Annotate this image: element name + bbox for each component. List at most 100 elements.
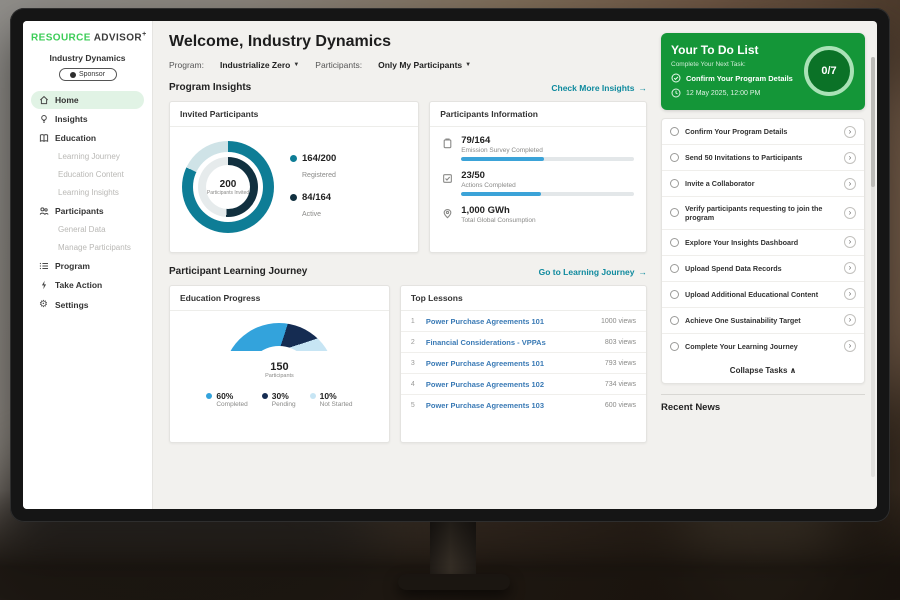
chevron-right-icon[interactable]: ›	[844, 152, 856, 164]
legend-label: Not Started	[320, 401, 353, 408]
lesson-rank: 2	[411, 339, 419, 346]
lesson-link[interactable]: Power Purchase Agreements 101	[426, 359, 598, 368]
sidebar-item-take-action[interactable]: Take Action	[31, 276, 144, 294]
task-checkbox[interactable]	[670, 316, 679, 325]
sidebar-item-general-data[interactable]: General Data	[31, 221, 144, 238]
donut-inner-ring: 200 Participants Invited	[198, 157, 258, 217]
program-filter-select[interactable]: Industrialize Zero ▼	[220, 60, 299, 70]
task-row-upload-spend-data[interactable]: Upload Spend Data Records ›	[662, 256, 864, 282]
program-insights-cards: Invited Participants 200 Participants In…	[169, 101, 647, 253]
gear-icon: ⚙	[38, 299, 49, 310]
lesson-views: 734 views	[605, 381, 636, 388]
chevron-right-icon[interactable]: ›	[844, 178, 856, 190]
actions-completed-stat: 23/50 Actions Completed	[442, 170, 634, 196]
lesson-row: 4 Power Purchase Agreements 102 734 view…	[401, 374, 646, 395]
task-checkbox[interactable]	[670, 127, 679, 136]
sponsor-badge[interactable]: Sponsor	[59, 68, 117, 81]
lesson-link[interactable]: Power Purchase Agreements 101	[426, 317, 594, 326]
task-row-verify-participants[interactable]: Verify participants requesting to join t…	[662, 197, 864, 230]
lesson-link[interactable]: Power Purchase Agreements 103	[426, 401, 598, 410]
section-title: Participant Learning Journey	[169, 266, 307, 277]
sidebar-item-insights[interactable]: Insights	[31, 110, 144, 128]
brand-plus: +	[142, 31, 147, 38]
sidebar-item-manage-participants[interactable]: Manage Participants	[31, 239, 144, 256]
task-row-upload-educational-content[interactable]: Upload Additional Educational Content ›	[662, 282, 864, 308]
brand-logo: RESOURCE ADVISOR+	[31, 31, 144, 43]
task-row-complete-learning-journey[interactable]: Complete Your Learning Journey ›	[662, 334, 864, 359]
lightbulb-icon	[38, 114, 49, 124]
task-label: Confirm Your Program Details	[685, 127, 838, 136]
chevron-down-icon: ▼	[293, 62, 299, 68]
sidebar-item-education-content[interactable]: Education Content	[31, 166, 144, 183]
sidebar-item-learning-journey[interactable]: Learning Journey	[31, 148, 144, 165]
task-checkbox[interactable]	[670, 153, 679, 162]
legend-not-started: 10% Not Started	[310, 391, 353, 408]
scrollbar[interactable]	[871, 57, 875, 477]
sidebar-item-learning-insights[interactable]: Learning Insights	[31, 184, 144, 201]
chevron-right-icon[interactable]: ›	[844, 126, 856, 138]
book-icon	[38, 133, 49, 143]
donut-outer-ring: 200 Participants Invited	[182, 141, 274, 233]
education-progress-card: Education Progress 150 Participants 6	[169, 285, 390, 443]
todo-progress-value: 0/7	[821, 65, 836, 77]
lesson-row: 5 Power Purchase Agreements 103 600 view…	[401, 395, 646, 415]
legend-registered: 164/200 Registered	[290, 153, 336, 182]
chevron-right-icon[interactable]: ›	[844, 236, 856, 248]
progress-bar	[461, 192, 634, 196]
donut-legend: 164/200 Registered 84/164 Active	[290, 153, 336, 221]
chevron-right-icon[interactable]: ›	[844, 262, 856, 274]
task-row-explore-insights[interactable]: Explore Your Insights Dashboard ›	[662, 230, 864, 256]
sidebar-item-home[interactable]: Home	[31, 91, 144, 109]
task-row-achieve-target[interactable]: Achieve One Sustainability Target ›	[662, 308, 864, 334]
legend-label: Active	[302, 211, 321, 218]
lesson-row: 2 Financial Considerations - VPPAs 803 v…	[401, 332, 646, 353]
task-checkbox[interactable]	[670, 264, 679, 273]
lesson-link[interactable]: Power Purchase Agreements 102	[426, 380, 598, 389]
lesson-rank: 3	[411, 360, 419, 367]
task-checkbox[interactable]	[670, 342, 679, 351]
sidebar-nav: Home Insights Education Learn	[31, 91, 144, 314]
task-checkbox[interactable]	[670, 290, 679, 299]
chevron-right-icon[interactable]: ›	[844, 207, 856, 219]
sidebar-item-label: Insights	[55, 114, 88, 124]
chevron-right-icon[interactable]: ›	[844, 340, 856, 352]
chevron-down-icon: ▼	[465, 62, 471, 68]
sidebar-item-program[interactable]: Program	[31, 257, 144, 275]
monitor-bezel: RESOURCE ADVISOR+ Industry Dynamics Spon…	[10, 8, 890, 522]
sidebar-item-settings[interactable]: ⚙ Settings	[31, 295, 144, 314]
sidebar-item-participants[interactable]: Participants	[31, 202, 144, 220]
todo-panel: Your To Do List Complete Your Next Task:…	[659, 21, 877, 509]
todo-next-task[interactable]: Confirm Your Program Details	[671, 73, 795, 83]
task-checkbox[interactable]	[670, 208, 679, 217]
legend-dot	[310, 393, 316, 399]
scrollbar-thumb[interactable]	[871, 57, 875, 187]
chevron-right-icon[interactable]: ›	[844, 314, 856, 326]
lesson-link[interactable]: Financial Considerations - VPPAs	[426, 338, 598, 347]
legend-label: Completed	[216, 401, 247, 408]
task-row-confirm-program[interactable]: Confirm Your Program Details ›	[662, 119, 864, 145]
lesson-row: 1 Power Purchase Agreements 101 1000 vie…	[401, 311, 646, 332]
sponsor-badge-label: Sponsor	[79, 71, 105, 78]
task-row-send-invitations[interactable]: Send 50 Invitations to Participants ›	[662, 145, 864, 171]
task-checkbox[interactable]	[670, 179, 679, 188]
participants-filter-select[interactable]: Only My Participants ▼	[378, 60, 471, 70]
legend-label: Registered	[302, 172, 336, 179]
sidebar-item-label: Settings	[55, 300, 89, 310]
clock-icon	[671, 88, 681, 98]
collapse-tasks-button[interactable]: Collapse Tasks ∧	[662, 359, 864, 383]
top-lessons-card: Top Lessons 1 Power Purchase Agreements …	[400, 285, 647, 443]
lesson-rank: 5	[411, 402, 419, 409]
card-title: Top Lessons	[401, 286, 646, 311]
go-to-learning-journey-link[interactable]: Go to Learning Journey →	[539, 267, 647, 277]
chevron-right-icon[interactable]: ›	[844, 288, 856, 300]
check-more-insights-link[interactable]: Check More Insights →	[551, 83, 647, 93]
task-label: Upload Spend Data Records	[685, 264, 838, 273]
lesson-views: 803 views	[605, 339, 636, 346]
participants-information-card: Participants Information 79/164 Emission…	[429, 101, 647, 253]
task-row-invite-collaborator[interactable]: Invite a Collaborator ›	[662, 171, 864, 197]
sidebar-item-education[interactable]: Education	[31, 129, 144, 147]
task-label: Invite a Collaborator	[685, 179, 838, 188]
task-checkbox[interactable]	[670, 238, 679, 247]
monitor-stand	[430, 520, 476, 578]
lesson-views: 600 views	[605, 402, 636, 409]
